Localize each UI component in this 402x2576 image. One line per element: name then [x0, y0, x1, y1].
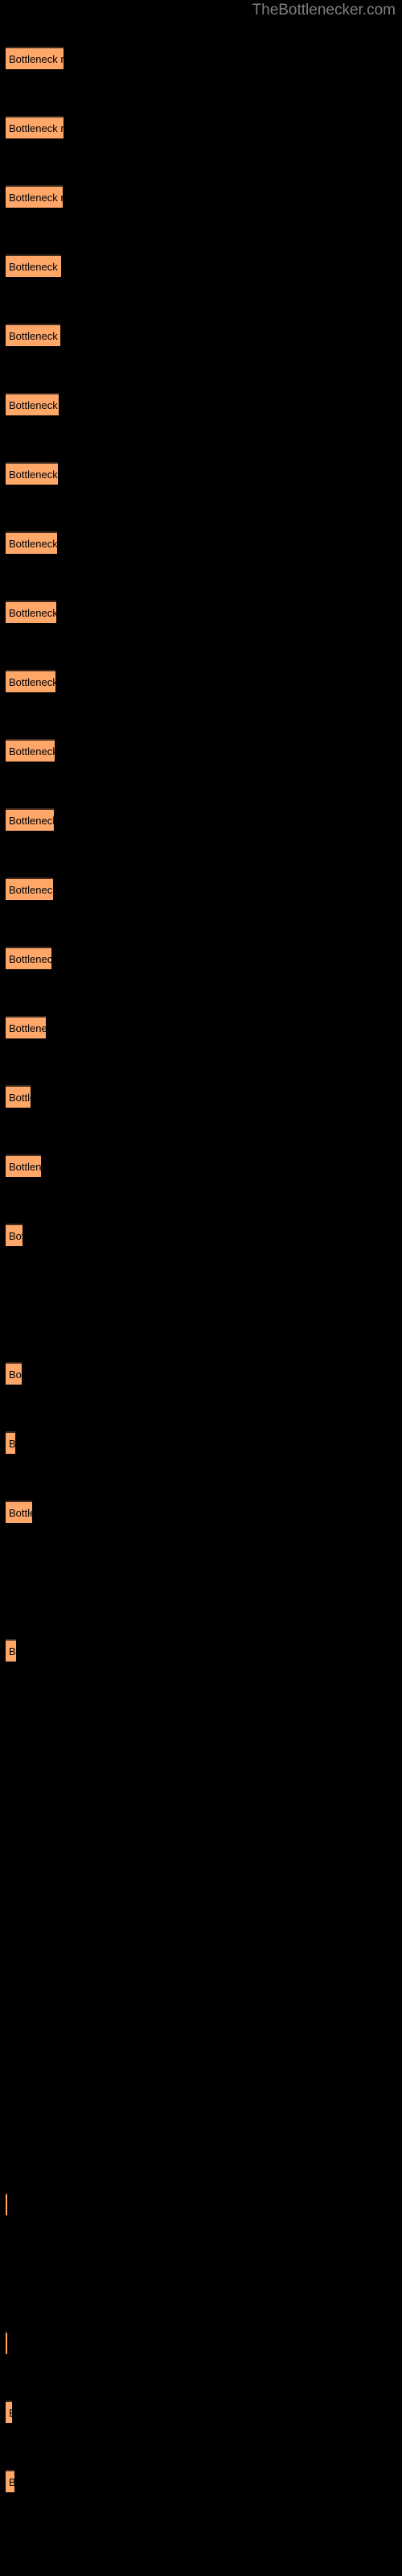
bar[interactable]: Bottleneck result — [6, 2470, 14, 2492]
bar-label: Bottleneck result — [9, 815, 54, 827]
bar[interactable]: Bottleneck result — [6, 324, 60, 346]
bar-label: Bottleneck result — [9, 1507, 32, 1519]
bar[interactable]: Bottleneck result — [6, 1154, 41, 1177]
bar-label: Bottleneck result — [9, 607, 56, 619]
bar[interactable]: Bottleneck result — [6, 1639, 16, 1662]
bar-label: Bottleneck result — [9, 1161, 41, 1173]
bar-label: Bottleneck result — [9, 1645, 16, 1657]
bar[interactable]: Bottleneck result — [6, 877, 53, 900]
bar-label: Bottleneck result — [9, 745, 55, 758]
bar[interactable]: Bottleneck result — [6, 1016, 46, 1038]
bar[interactable]: Bottleneck result — [6, 47, 64, 69]
bar[interactable]: Bottleneck result — [6, 1431, 15, 1454]
bar-label: Bottleneck result — [9, 192, 63, 204]
bar-label: Bottleneck result — [9, 2405, 12, 2421]
bar[interactable]: Bottleneck result — [6, 2193, 7, 2215]
bar-label: Bottleneck result — [9, 1230, 23, 1242]
bar-label: Bottleneck result — [9, 469, 58, 481]
bar[interactable]: Bottleneck result — [6, 185, 63, 208]
bar-label: Bottleneck result — [9, 884, 53, 896]
bar[interactable]: Bottleneck result — [6, 1224, 23, 1246]
bar[interactable]: Bottleneck result — [6, 739, 55, 762]
bar-label: Bottleneck result — [9, 1438, 15, 1450]
bottleneck-bar-chart: TheBottlenecker.com Bottleneck result Bot… — [0, 0, 402, 2576]
bar-label: Bottleneck result — [9, 330, 60, 342]
site-title: TheBottlenecker.com — [252, 2, 396, 19]
bar[interactable]: Bottleneck result — [6, 1362, 22, 1385]
bar[interactable]: Bottleneck result — [6, 531, 57, 554]
bar-label: Bottleneck result — [9, 1092, 31, 1104]
bar[interactable]: Bottleneck result — [6, 947, 51, 969]
bar-label: Bottleneck result — [9, 2475, 14, 2491]
bar[interactable]: Bottleneck result — [6, 1085, 31, 1108]
bar[interactable]: Bottleneck result — [6, 1501, 32, 1523]
bar-label: Bottleneck result — [9, 53, 64, 65]
bar[interactable]: Bottleneck result — [6, 808, 54, 831]
bar-label: Bottleneck result — [9, 122, 64, 134]
bar[interactable]: Bottleneck result — [6, 254, 61, 277]
bar-label: Bottleneck result — [9, 399, 59, 411]
bar-label: Bottleneck result — [9, 1368, 22, 1381]
bar-label: Bottleneck result — [9, 676, 55, 688]
bar[interactable]: Bottleneck result — [6, 601, 56, 623]
bar[interactable]: Bottleneck result — [6, 2331, 7, 2354]
bar-label: Bottleneck result — [9, 538, 57, 550]
bar[interactable]: Bottleneck result — [6, 393, 59, 415]
bar[interactable]: Bottleneck result — [6, 670, 55, 692]
bar-label: Bottleneck result — [9, 261, 61, 273]
bar[interactable]: Bottleneck result — [6, 2401, 12, 2423]
bar-label: Bottleneck result — [9, 1022, 46, 1034]
bar[interactable]: Bottleneck result — [6, 462, 58, 485]
bar-label: Bottleneck result — [9, 953, 51, 965]
bar[interactable]: Bottleneck result — [6, 116, 64, 138]
